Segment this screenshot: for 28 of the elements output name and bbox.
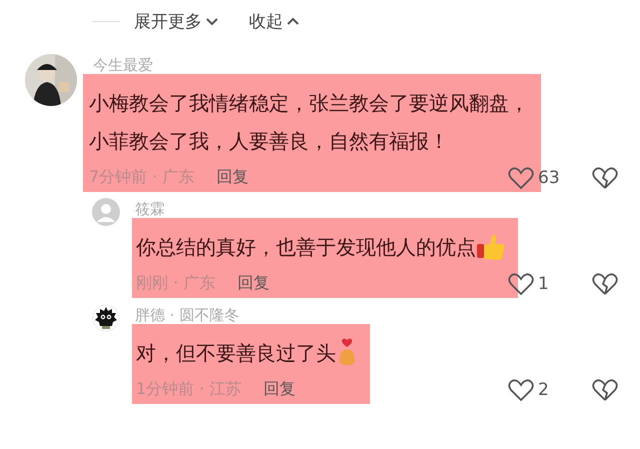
reply-link[interactable]: 回复 <box>237 270 270 296</box>
expand-more-link[interactable]: 展开更多 <box>134 10 219 32</box>
like-count: 2 <box>538 380 550 400</box>
heart-icon[interactable] <box>508 378 534 402</box>
comment-text: 对，但不要善良过了头 <box>136 340 336 367</box>
timestamp: 刚刚 · 广东 <box>136 272 216 294</box>
fuzzy-ball-avatar-icon <box>92 304 120 332</box>
broken-heart-icon[interactable] <box>592 272 618 296</box>
reply-link[interactable]: 回复 <box>216 164 248 190</box>
comment-text: 小菲教会了我，人要善良，自然有福报！ <box>89 128 449 155</box>
comment-text: 小梅教会了我情绪稳定，张兰教会了要逆风翻盘， <box>89 90 529 117</box>
username[interactable]: 今生最爱 <box>83 56 153 74</box>
reply-link[interactable]: 回复 <box>263 376 296 402</box>
avatar-icon <box>92 198 120 226</box>
broken-heart-icon[interactable] <box>592 166 618 190</box>
username[interactable]: 筱霖 <box>132 200 165 218</box>
comment-text: 你总结的真好，也善于发现他人的优点 <box>136 234 476 261</box>
username[interactable]: 胖德 · 圆不隆冬 <box>132 306 240 324</box>
collapse-link[interactable]: 收起 <box>249 10 300 32</box>
broken-heart-icon[interactable] <box>592 378 618 402</box>
heart-hands-icon <box>336 338 358 368</box>
thumbs-up-icon <box>476 232 506 262</box>
timestamp: 1分钟前 · 江苏 <box>136 378 242 400</box>
like-count: 1 <box>538 274 550 294</box>
chevron-up-icon <box>286 15 300 27</box>
heart-icon[interactable] <box>508 166 534 190</box>
heart-icon[interactable] <box>508 272 534 296</box>
timestamp: 7分钟前 · 广东 <box>89 166 194 188</box>
